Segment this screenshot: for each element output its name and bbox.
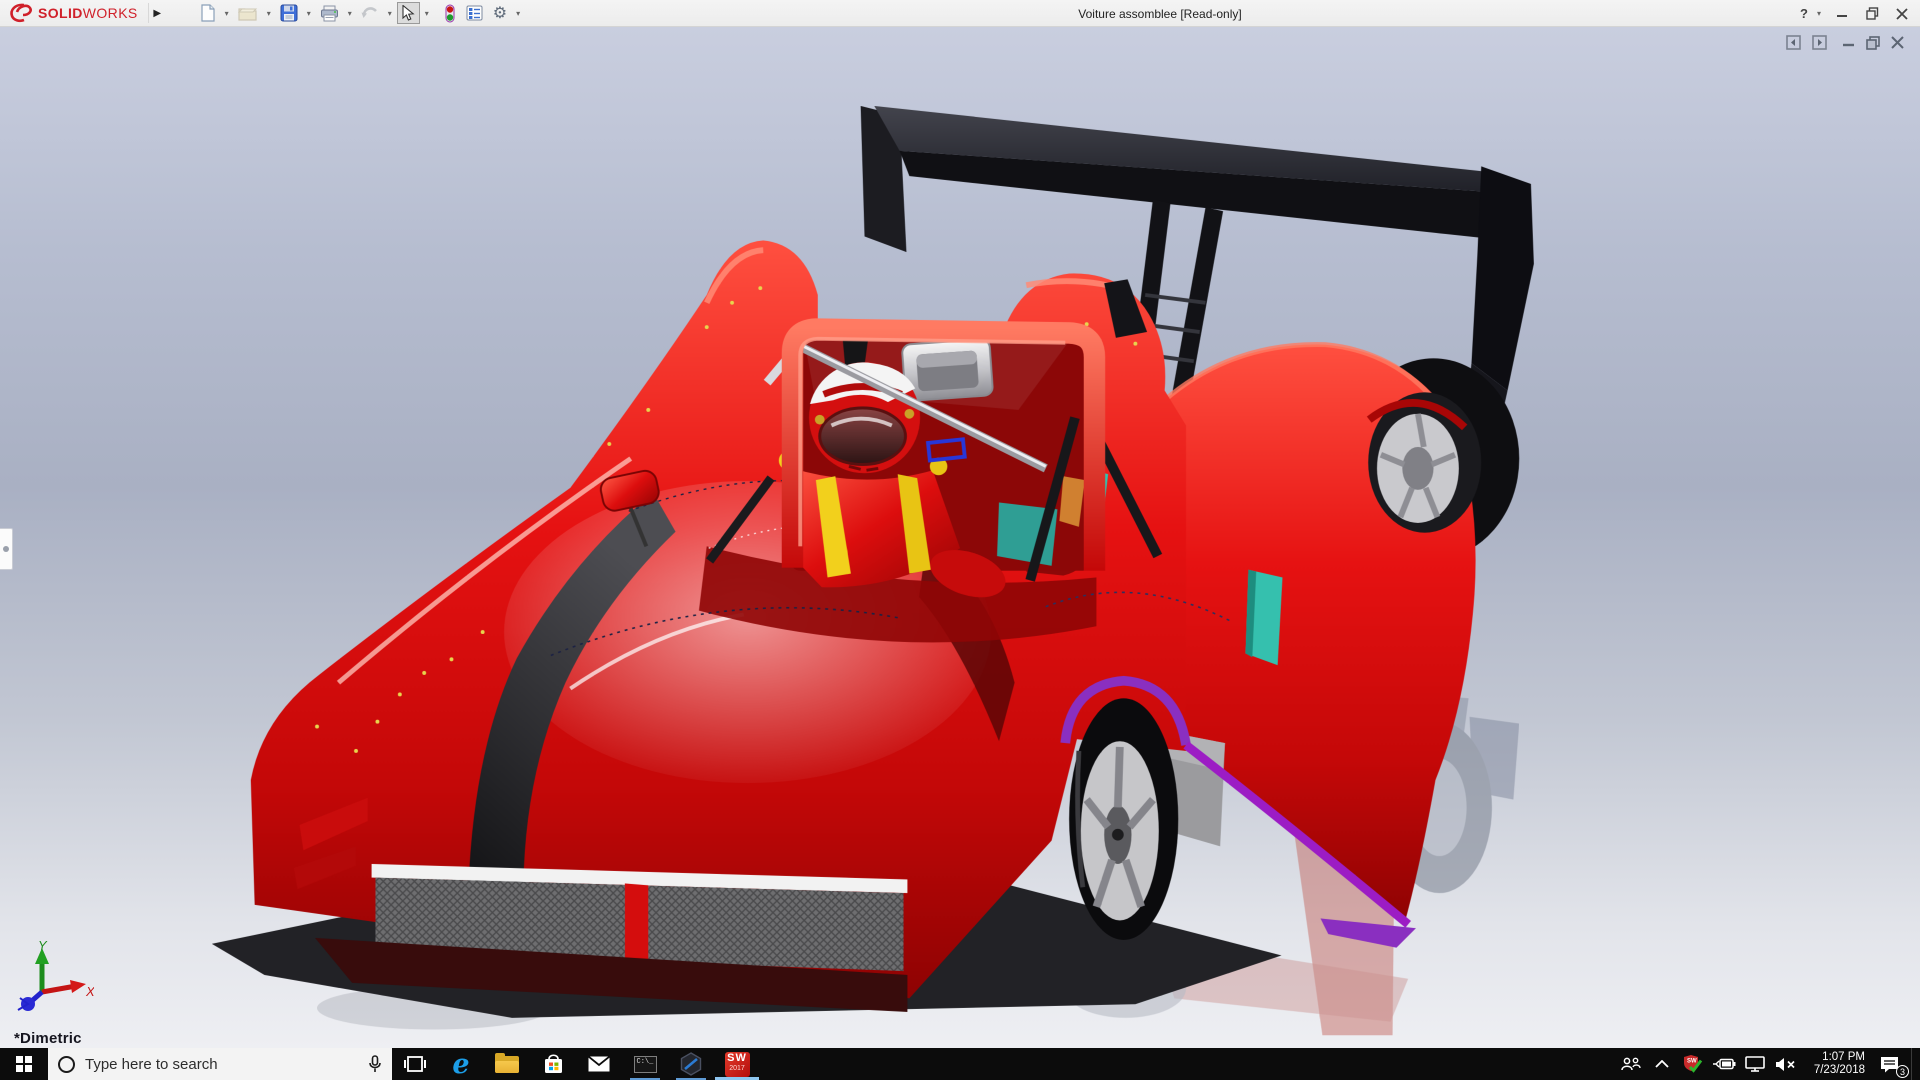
taskbar-clock[interactable]: 1:07 PM 7/23/2018 — [1805, 1051, 1867, 1077]
collapsed-panel-tab[interactable] — [0, 528, 13, 570]
network-tray[interactable] — [1743, 1048, 1767, 1080]
view-orientation-label: *Dimetric — [14, 1030, 82, 1047]
people-button[interactable] — [1619, 1048, 1643, 1080]
mail-icon — [588, 1056, 610, 1072]
taskbar-search[interactable] — [48, 1048, 392, 1080]
open-dropdown-caret[interactable]: ▾ — [264, 9, 274, 18]
options-gear-button[interactable]: ⚙ — [489, 2, 511, 24]
cortana-icon — [58, 1056, 75, 1073]
hidden-icons-button[interactable] — [1650, 1048, 1674, 1080]
y-axis-label: Y — [38, 940, 48, 953]
save-dropdown-caret[interactable]: ▾ — [304, 9, 314, 18]
command-prompt-icon: C:\_ — [634, 1056, 657, 1073]
restore-button[interactable] — [1860, 3, 1884, 25]
start-button[interactable] — [0, 1048, 48, 1080]
select-dropdown-caret[interactable]: ▾ — [422, 9, 432, 18]
taskbar-file-explorer[interactable] — [484, 1048, 530, 1080]
graphics-viewport[interactable]: Y X *Dimetric — [0, 27, 1920, 1048]
solidworks-monitor-tray[interactable]: SW — [1681, 1048, 1705, 1080]
near-rear-wheel — [1069, 698, 1178, 940]
file-explorer-icon — [495, 1056, 519, 1073]
help-button[interactable]: ? — [1792, 3, 1816, 25]
microphone-icon[interactable] — [368, 1055, 382, 1073]
quick-access-toolbar: ▾ ▾ ▾ ▾ ▾ ▾ ⚙ ▾ — [196, 2, 523, 24]
minimize-button[interactable] — [1830, 3, 1854, 25]
select-tool-button[interactable] — [397, 2, 420, 24]
title-bar: SOLIDWORKS ▶ ▾ ▾ ▾ ▾ ▾ ▾ — [0, 0, 1920, 27]
sw-shield-check-icon: SW — [1683, 1054, 1703, 1074]
search-input[interactable] — [85, 1056, 358, 1073]
doc-restore-button[interactable] — [1866, 36, 1880, 50]
brand-text: SOLIDWORKS — [38, 5, 138, 21]
taskbar-edge[interactable]: e — [438, 1048, 484, 1080]
battery-tray[interactable] — [1712, 1048, 1736, 1080]
hexagon-app-icon — [679, 1052, 703, 1076]
new-dropdown-caret[interactable]: ▾ — [222, 9, 232, 18]
undo-button[interactable] — [357, 2, 383, 24]
volume-tray[interactable] — [1774, 1048, 1798, 1080]
x-axis-label: X — [85, 984, 94, 999]
taskbar: e C:\_ — [0, 1048, 1920, 1080]
task-view-button[interactable] — [392, 1048, 438, 1080]
print-dropdown-caret[interactable]: ▾ — [345, 9, 355, 18]
help-dropdown-caret[interactable]: ▾ — [1814, 9, 1824, 18]
notification-badge: 3 — [1896, 1065, 1909, 1078]
taskbar-hex-utility[interactable] — [668, 1048, 714, 1080]
chevron-up-icon — [1655, 1060, 1669, 1068]
clock-date: 7/23/2018 — [1805, 1064, 1865, 1077]
document-window-controls — [1786, 35, 1904, 50]
options-dropdown-caret[interactable]: ▾ — [513, 9, 523, 18]
battery-plugged-icon — [1712, 1057, 1736, 1071]
doc-close-button[interactable] — [1891, 36, 1904, 49]
orientation-triad: Y X — [14, 940, 94, 1012]
ds-swirl-icon — [8, 2, 34, 24]
doc-minimize-button[interactable] — [1842, 36, 1855, 49]
window-title: Voiture assomblee [Read-only] — [1078, 0, 1241, 27]
previous-pane-button[interactable] — [1786, 35, 1801, 50]
taskbar-mail[interactable] — [576, 1048, 622, 1080]
clock-time: 1:07 PM — [1805, 1051, 1865, 1064]
edge-icon: e — [452, 1051, 469, 1078]
print-button[interactable] — [316, 2, 343, 24]
model-canvas-race-car[interactable] — [0, 27, 1920, 1048]
open-button[interactable] — [234, 2, 262, 24]
display-settings-button[interactable] — [462, 2, 487, 24]
close-button[interactable] — [1890, 3, 1914, 25]
windows-logo-icon — [16, 1056, 32, 1072]
rebuild-button[interactable] — [440, 2, 460, 24]
solidworks-logo: SOLIDWORKS — [0, 0, 148, 26]
task-view-icon — [404, 1055, 426, 1073]
solidworks-2017-icon: SW 2017 — [725, 1052, 750, 1077]
next-pane-button[interactable] — [1812, 35, 1827, 50]
solidworks-window: SOLIDWORKS ▶ ▾ ▾ ▾ ▾ ▾ ▾ — [0, 0, 1920, 1080]
svg-text:SW: SW — [1687, 1059, 1697, 1065]
volume-muted-icon — [1775, 1057, 1797, 1072]
taskbar-command-prompt[interactable]: C:\_ — [622, 1048, 668, 1080]
save-button[interactable] — [276, 2, 302, 24]
people-icon — [1621, 1057, 1641, 1071]
show-desktop-button[interactable] — [1911, 1048, 1916, 1080]
new-document-button[interactable] — [196, 2, 220, 24]
system-tray: SW — [1619, 1048, 1920, 1080]
action-center-button[interactable]: 3 — [1874, 1048, 1904, 1080]
taskbar-store[interactable] — [530, 1048, 576, 1080]
undo-dropdown-caret[interactable]: ▾ — [385, 9, 395, 18]
window-controls: ? ▾ — [1792, 0, 1914, 27]
taskbar-solidworks[interactable]: SW 2017 — [714, 1048, 760, 1080]
store-icon — [543, 1053, 564, 1075]
toolbar-flyout-button[interactable]: ▶ — [148, 3, 166, 23]
network-display-icon — [1744, 1056, 1766, 1072]
